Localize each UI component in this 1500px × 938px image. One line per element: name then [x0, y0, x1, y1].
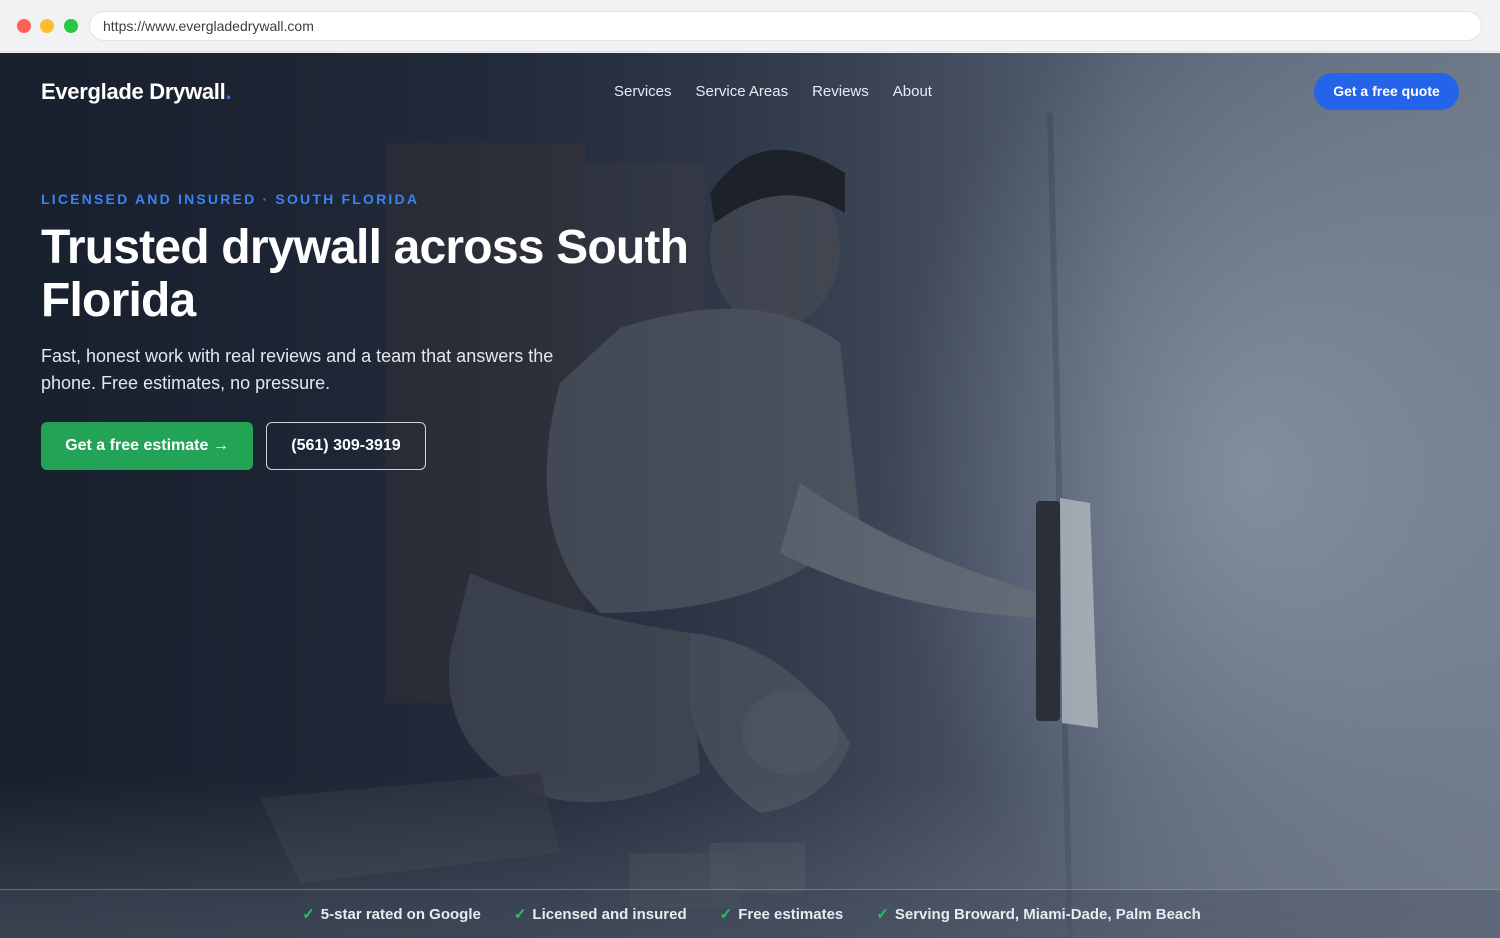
minimize-window-button[interactable]	[40, 19, 54, 33]
trust-item-label: Free estimates	[738, 905, 844, 923]
browser-toolbar: https://www.evergladedrywall.com	[0, 0, 1500, 52]
nav-link-about[interactable]: About	[893, 83, 932, 100]
trust-item-licensed: ✓ Licensed and insured	[513, 905, 687, 924]
nav-link-reviews[interactable]: Reviews	[812, 83, 869, 100]
check-icon: ✓	[513, 906, 527, 923]
address-bar[interactable]: https://www.evergladedrywall.com	[89, 11, 1482, 41]
hero-headline: Trusted drywall across South Florida	[41, 221, 689, 327]
logo-text: Everglade Drywall	[41, 79, 226, 104]
nav-link-service-areas[interactable]: Service Areas	[696, 83, 789, 100]
logo-accent-dot: .	[225, 79, 232, 104]
trust-item-label: 5-star rated on Google	[320, 905, 481, 923]
hero-eyebrow: LICENSED AND INSURED · SOUTH FLORIDA	[41, 191, 420, 207]
trust-item-google-rating: ✓ 5-star rated on Google	[302, 905, 481, 924]
get-free-quote-button[interactable]: Get a free quote	[1314, 73, 1459, 110]
nav-link-services[interactable]: Services	[614, 83, 672, 100]
check-icon: ✓	[302, 906, 315, 923]
check-icon: ✓	[876, 906, 889, 923]
main-nav: Services Service Areas Reviews About	[614, 83, 956, 100]
close-window-button[interactable]	[17, 19, 31, 33]
hero-section: Everglade Drywall. Services Service Area…	[0, 53, 1500, 938]
trust-item-label: Licensed and insured	[532, 905, 687, 923]
trust-item-label: Serving Broward, Miami-Dade, Palm Beach	[894, 905, 1201, 923]
logo[interactable]: Everglade Drywall.	[41, 79, 232, 105]
check-icon: ✓	[719, 906, 733, 923]
get-free-estimate-button[interactable]: Get a free estimate →	[41, 422, 253, 470]
trust-item-free-estimates: ✓ Free estimates	[719, 905, 844, 924]
hero-subheadline: Fast, honest work with real reviews and …	[41, 346, 554, 393]
phone-call-button[interactable]: (561) 309-3919	[266, 422, 426, 470]
maximize-window-button[interactable]	[64, 19, 78, 33]
trust-item-service-area: ✓ Serving Broward, Miami-Dade, Palm Beac…	[876, 905, 1201, 924]
trust-bar: ✓ 5-star rated on Google ✓ Licensed and …	[0, 889, 1500, 938]
